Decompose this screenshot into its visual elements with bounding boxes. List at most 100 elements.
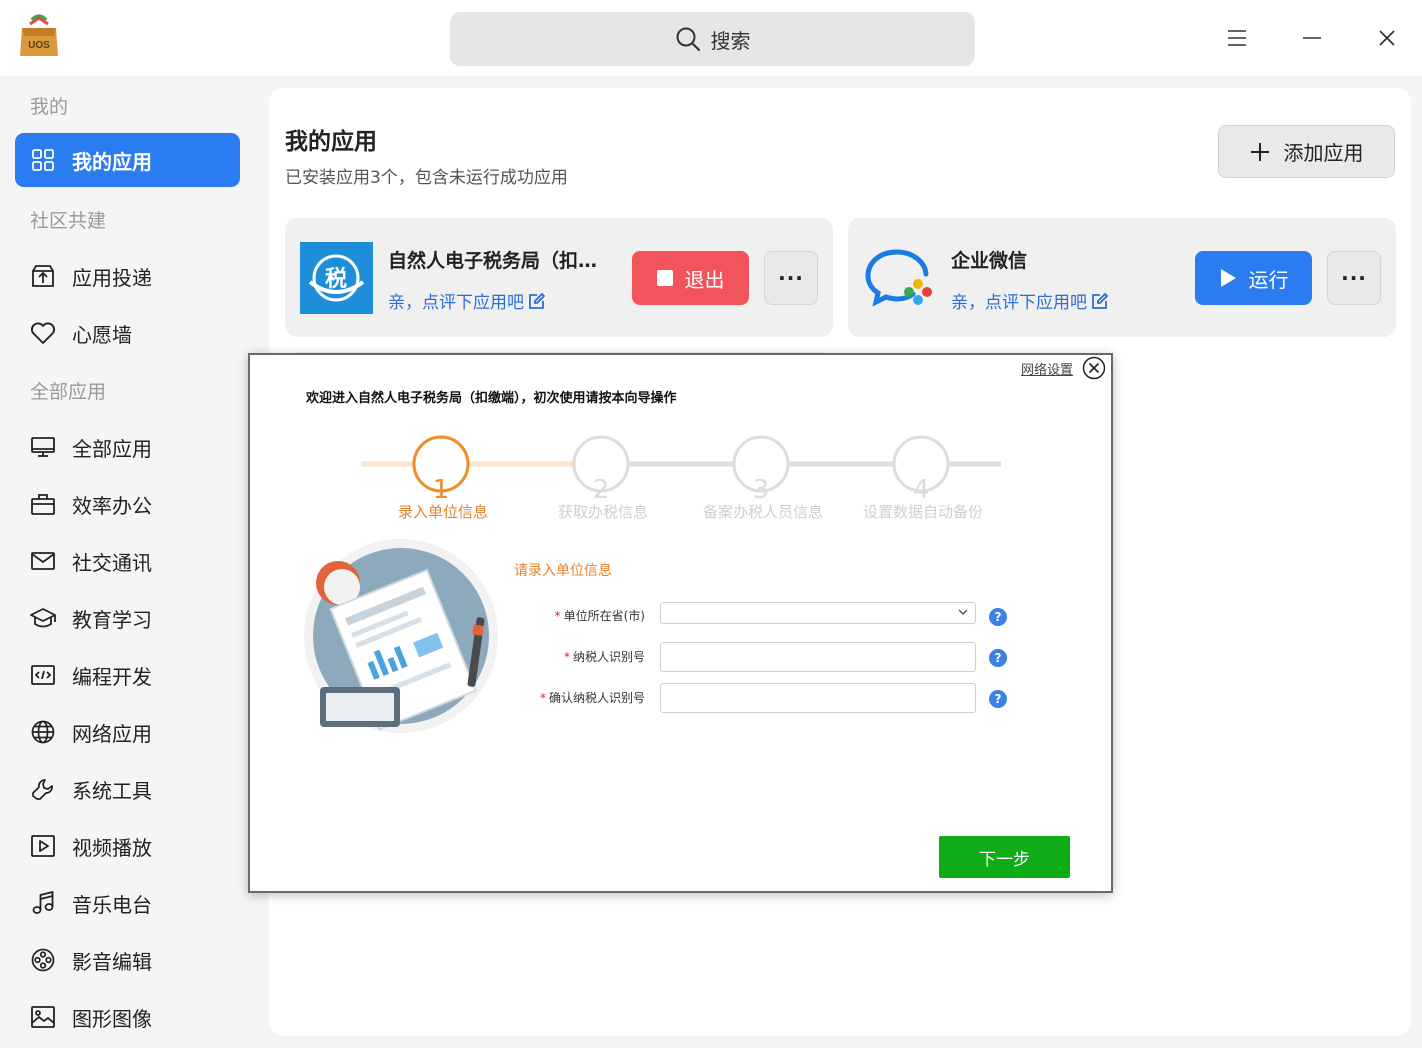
- sidebar-item-label: 全部应用: [72, 436, 152, 461]
- run-button[interactable]: 运行: [1195, 251, 1312, 305]
- add-app-button[interactable]: 添加应用: [1218, 125, 1395, 178]
- menu-button[interactable]: [1217, 18, 1257, 58]
- svg-text:UOS: UOS: [28, 40, 50, 51]
- sidebar-item-social[interactable]: 社交通讯: [15, 534, 240, 588]
- section-title-mine: 我的: [30, 96, 69, 118]
- confirm-taxpayer-id-input[interactable]: [660, 683, 976, 713]
- sidebar-item-label: 编程开发: [72, 664, 152, 689]
- sidebar-item-label: 心愿墙: [72, 322, 132, 347]
- taxpayer-id-label: * 纳税人识别号: [563, 650, 645, 664]
- sidebar-item-label: 我的应用: [72, 149, 152, 174]
- step-circle-1: 1: [412, 435, 470, 505]
- chevron-down-icon: [958, 609, 968, 615]
- add-app-label: 添加应用: [1283, 141, 1364, 165]
- step-label-2: 获取办税信息: [557, 503, 648, 521]
- svg-text:税: 税: [325, 266, 347, 292]
- required-mark: *: [539, 691, 546, 705]
- sidebar-item-label: 影音编辑: [72, 949, 152, 974]
- step-label-4: 设置数据自动备份: [862, 503, 983, 521]
- sidebar-item-wish-wall[interactable]: 心愿墙: [15, 306, 240, 360]
- app-review-link[interactable]: 亲，点评下应用吧: [388, 288, 546, 313]
- image-icon: [29, 1003, 57, 1031]
- sidebar-item-label: 音乐电台: [72, 892, 152, 917]
- help-icon-taxpayer-id[interactable]: ?: [989, 649, 1007, 667]
- sidebar-item-network[interactable]: 网络应用: [15, 705, 240, 759]
- monitor-icon: [29, 433, 57, 461]
- briefcase-icon: [29, 490, 57, 518]
- help-icon-confirm-id[interactable]: ?: [989, 690, 1007, 708]
- title-bar: UOS 搜索: [0, 0, 1422, 76]
- music-note-icon: [29, 889, 57, 917]
- sidebar-item-education[interactable]: 教育学习: [15, 591, 240, 645]
- minimize-icon: [1303, 37, 1321, 39]
- sidebar-item-system-tools[interactable]: 系统工具: [15, 762, 240, 816]
- search-label: 搜索: [710, 28, 751, 53]
- sidebar-item-my-apps[interactable]: 我的应用: [15, 133, 240, 187]
- minimize-button[interactable]: [1292, 18, 1332, 58]
- sidebar: 我的 我的应用 社区共建 应用投递 心愿墙 全部应用 全部应用 效率办公 社交通…: [0, 76, 255, 1048]
- province-select[interactable]: [660, 602, 976, 624]
- app-review-link[interactable]: 亲，点评下应用吧: [951, 288, 1109, 313]
- app-store-logo: UOS: [16, 14, 62, 60]
- video-play-icon: [29, 832, 57, 860]
- search-box[interactable]: 搜索: [450, 12, 975, 66]
- province-label: * 单位所在省(市): [554, 609, 645, 623]
- page-subtitle: 已安装应用3个，包含未运行成功应用: [285, 168, 568, 188]
- more-button[interactable]: ···: [1327, 251, 1381, 305]
- sidebar-item-label: 社交通讯: [72, 550, 152, 575]
- upload-box-icon: [29, 262, 57, 290]
- close-icon: [1379, 30, 1395, 46]
- sidebar-item-video[interactable]: 视频播放: [15, 819, 240, 873]
- run-label: 运行: [1248, 267, 1289, 292]
- edit-icon: [1092, 292, 1109, 309]
- sidebar-item-label: 教育学习: [72, 607, 152, 632]
- review-label: 亲，点评下应用吧: [388, 293, 524, 313]
- more-button[interactable]: ···: [764, 251, 818, 305]
- exit-button[interactable]: 退出: [632, 251, 749, 305]
- page-title: 我的应用: [285, 129, 377, 155]
- section-title-all: 全部应用: [30, 381, 107, 403]
- step-label-3: 备案办税人员信息: [702, 503, 823, 521]
- graduation-cap-icon: [29, 604, 57, 632]
- sidebar-item-programming[interactable]: 编程开发: [15, 648, 240, 702]
- taxpayer-id-input[interactable]: [660, 642, 976, 672]
- sidebar-item-graphics[interactable]: 图形图像: [15, 990, 240, 1044]
- hamburger-icon: [1228, 30, 1246, 46]
- required-mark: *: [554, 609, 561, 623]
- sidebar-item-office[interactable]: 效率办公: [15, 477, 240, 531]
- sidebar-item-label: 系统工具: [72, 778, 152, 803]
- app-name: 企业微信: [951, 250, 1028, 272]
- app-card-tax: 税 自然人电子税务局（扣缴端） 亲，点评下应用吧 退出 ···: [285, 218, 833, 337]
- play-icon: [1220, 269, 1236, 287]
- grid-icon: [29, 146, 57, 174]
- app-card-wecom: 企业微信 亲，点评下应用吧 运行 ···: [848, 218, 1396, 337]
- heart-icon: [29, 319, 57, 347]
- close-button[interactable]: [1367, 18, 1407, 58]
- search-icon: [676, 27, 700, 52]
- sidebar-item-media-edit[interactable]: 影音编辑: [15, 933, 240, 987]
- tax-app-icon: 税: [300, 242, 373, 314]
- globe-icon: [29, 718, 57, 746]
- sidebar-item-label: 应用投递: [72, 265, 152, 290]
- form-title: 请录入单位信息: [514, 563, 612, 579]
- sidebar-item-all-apps[interactable]: 全部应用: [15, 420, 240, 474]
- review-label: 亲，点评下应用吧: [951, 293, 1087, 313]
- mail-icon: [29, 547, 57, 575]
- step-circle-2: 2: [572, 435, 630, 505]
- setup-wizard-dialog: 网络设置 欢迎进入自然人电子税务局（扣缴端），初次使用请按本向导操作 1 2 3…: [248, 353, 1113, 893]
- sidebar-item-music[interactable]: 音乐电台: [15, 876, 240, 930]
- sidebar-item-label: 图形图像: [72, 1006, 152, 1031]
- wrench-icon: [29, 775, 57, 803]
- step-circle-3: 3: [732, 435, 790, 505]
- section-title-community: 社区共建: [30, 210, 107, 232]
- edit-icon: [529, 292, 546, 309]
- sidebar-item-label: 视频播放: [72, 835, 152, 860]
- film-reel-icon: [29, 946, 57, 974]
- required-mark: *: [563, 650, 570, 664]
- exit-label: 退出: [684, 267, 725, 292]
- plus-icon: [1250, 142, 1269, 161]
- next-step-button[interactable]: 下一步: [939, 836, 1070, 878]
- sidebar-item-app-submit[interactable]: 应用投递: [15, 249, 240, 303]
- confirm-taxpayer-id-label: * 确认纳税人识别号: [539, 691, 645, 705]
- help-icon-province[interactable]: ?: [989, 608, 1007, 626]
